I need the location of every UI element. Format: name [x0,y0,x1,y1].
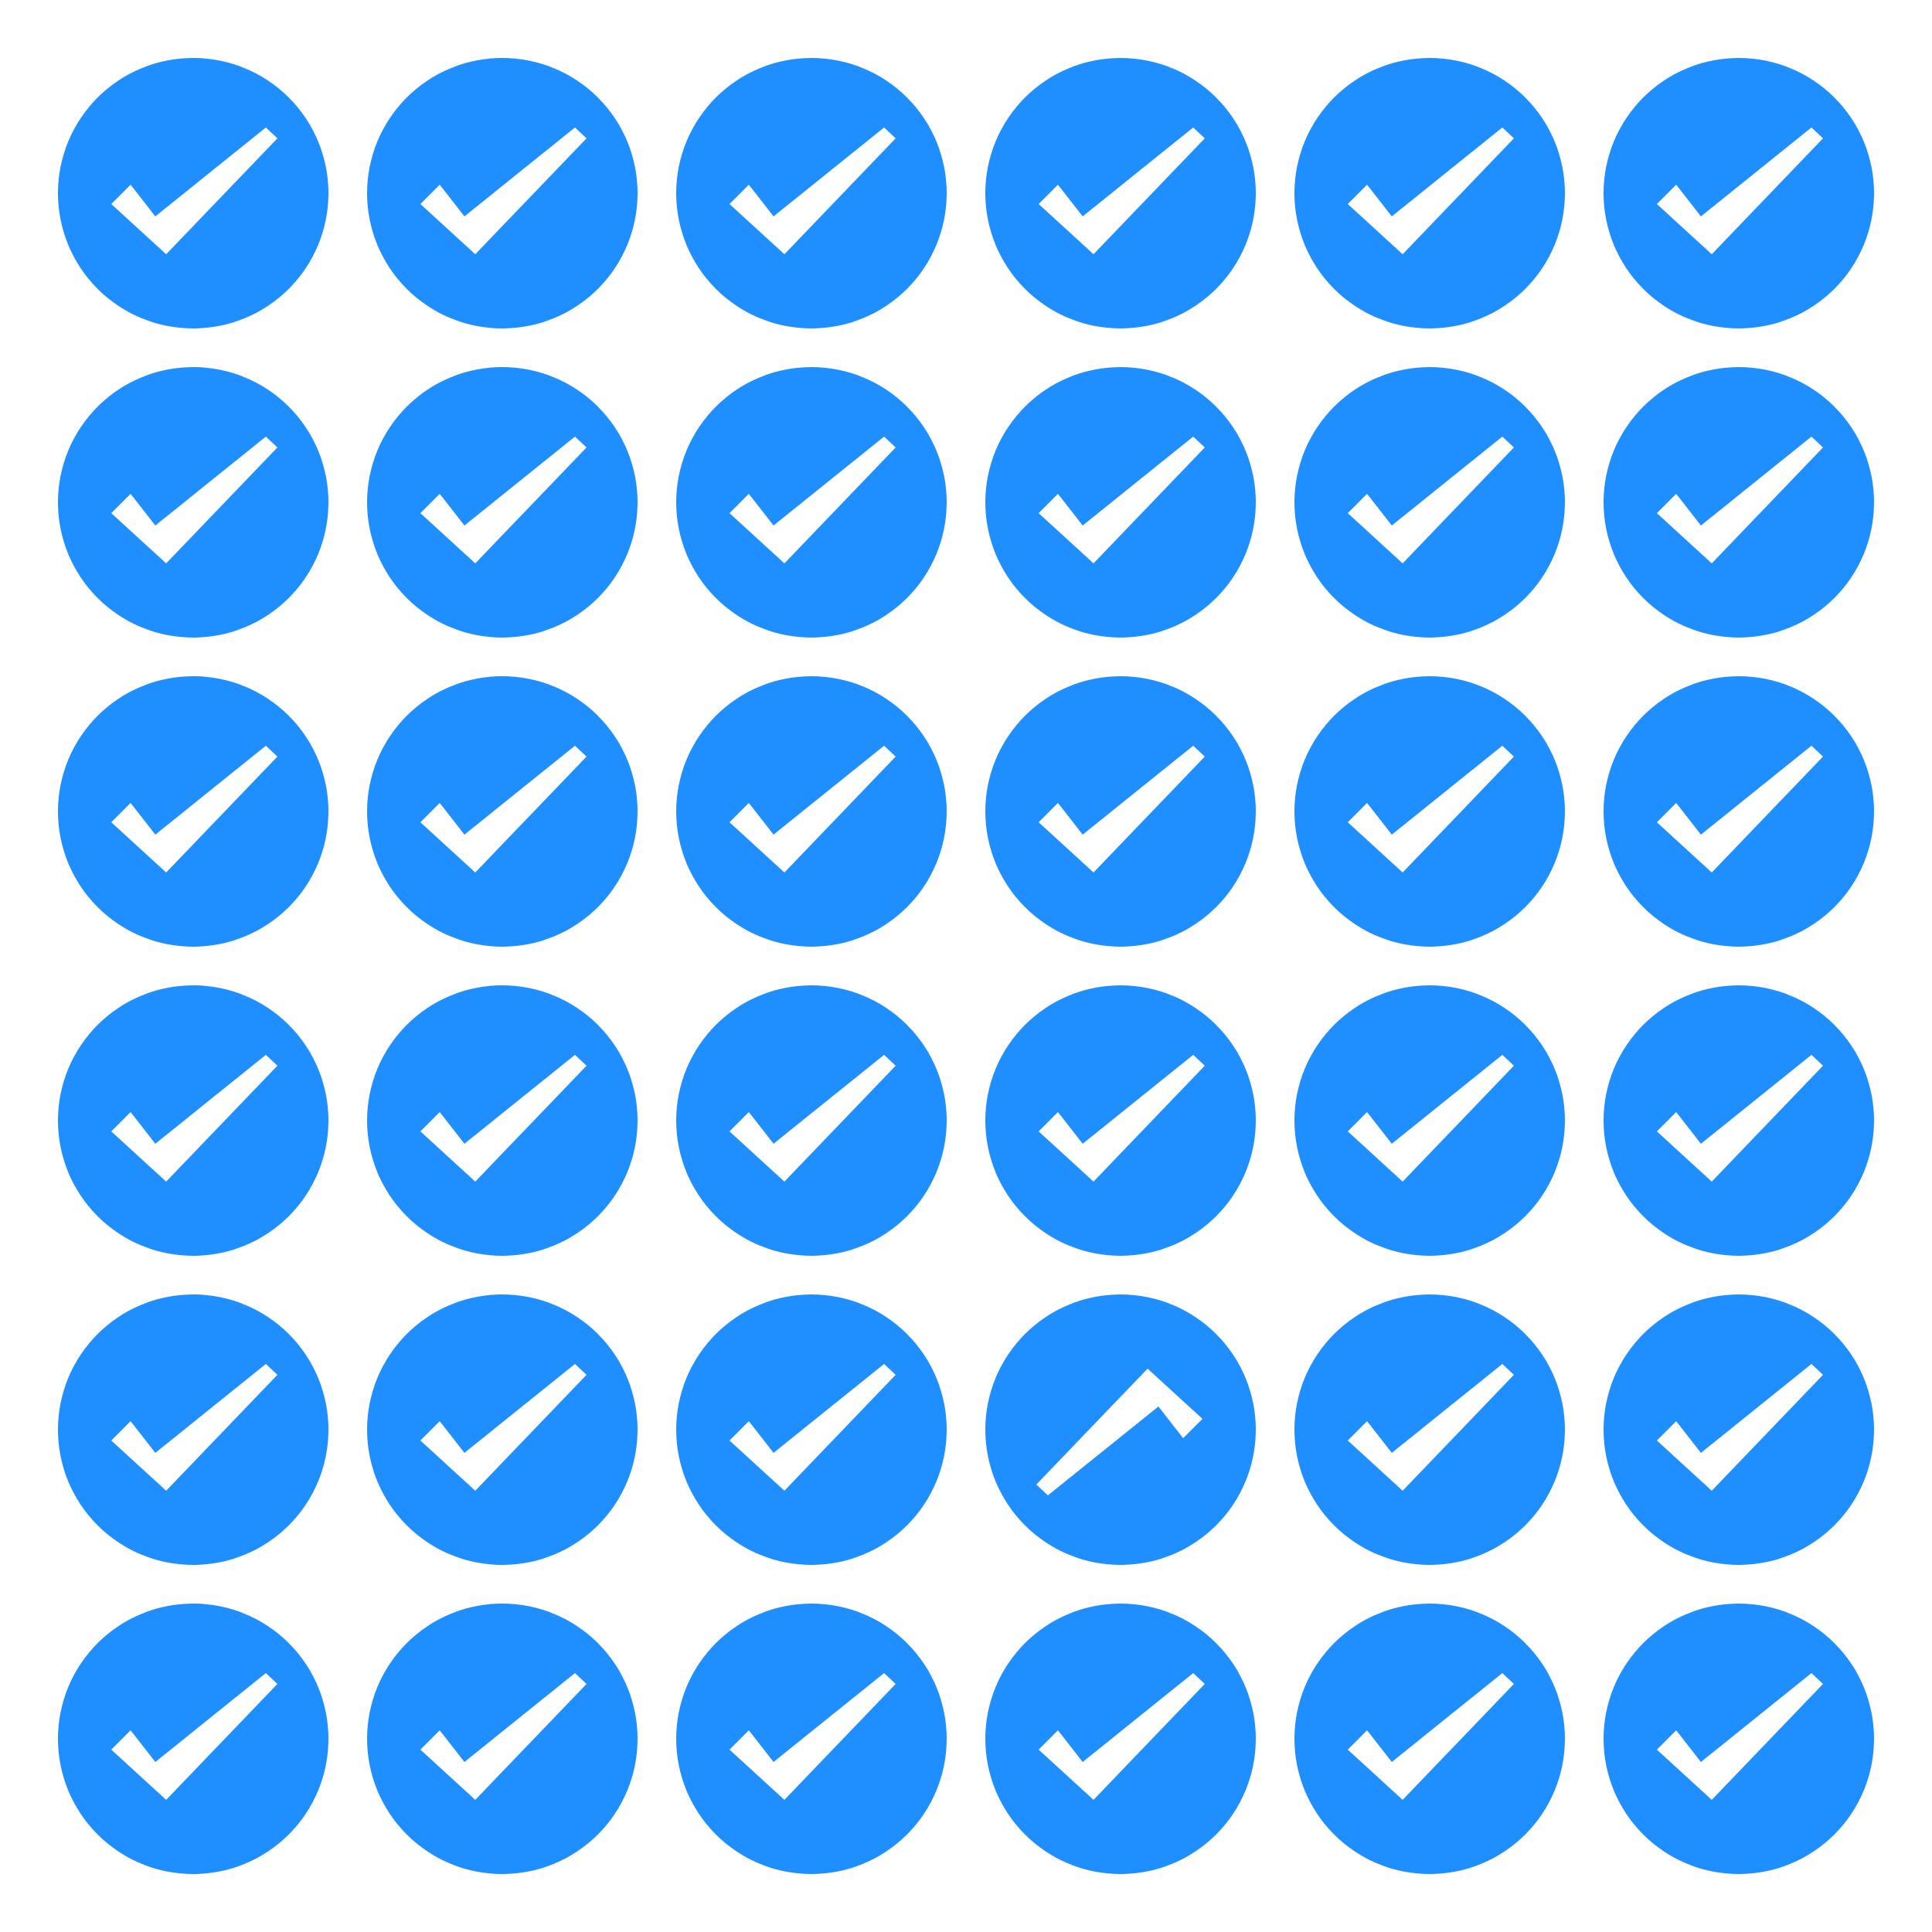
badge-graphic [1604,58,1874,328]
checkmark-badge[interactable] [676,985,947,1256]
badge-graphic [367,1294,638,1565]
badge-graphic [1294,58,1565,328]
badge-graphic [985,1294,1256,1565]
badge-graphic [985,58,1256,328]
checkmark-badge[interactable] [985,985,1256,1256]
badge-graphic [1294,1604,1565,1874]
badge-graphic [676,985,947,1256]
badge-graphic [676,1604,947,1874]
checkmark-badge[interactable] [58,1294,328,1565]
badge-graphic [1604,676,1874,947]
badge-graphic [58,676,328,947]
badge-graphic [58,58,328,328]
checkmark-badge[interactable] [985,1294,1256,1565]
checkmark-badge[interactable] [58,367,328,638]
checkmark-badge[interactable] [1294,367,1565,638]
checkmark-badge[interactable] [676,676,947,947]
checkmark-badge[interactable] [58,676,328,947]
checkmark-badge[interactable] [58,1604,328,1874]
checkmark-badge[interactable] [985,1604,1256,1874]
badge-graphic [367,985,638,1256]
checkmark-badge[interactable] [676,58,947,328]
checkmark-badge[interactable] [1294,1294,1565,1565]
badge-graphic [1604,367,1874,638]
checkmark-badge[interactable] [1294,58,1565,328]
checkmark-badge[interactable] [1294,676,1565,947]
checkmark-badge[interactable] [1604,367,1874,638]
badge-graphic [676,58,947,328]
badge-graphic [676,676,947,947]
badge-graphic [1604,1294,1874,1565]
badge-graphic [1604,1604,1874,1874]
checkmark-badge[interactable] [1294,1604,1565,1874]
badge-graphic [1604,985,1874,1256]
badge-graphic [58,1604,328,1874]
badge-graphic [58,1294,328,1565]
badge-graphic [1294,367,1565,638]
checkmark-badge[interactable] [1604,1604,1874,1874]
badge-graphic [367,367,638,638]
checkmark-badge[interactable] [367,985,638,1256]
badge-graphic [58,367,328,638]
checkmark-badge[interactable] [367,1294,638,1565]
badge-graphic [985,985,1256,1256]
badge-graphic [985,1604,1256,1874]
checkmark-badge[interactable] [676,367,947,638]
checkmark-badge[interactable] [985,676,1256,947]
badge-graphic [985,676,1256,947]
checkmark-badge-grid [0,0,1932,1932]
badge-graphic [1294,1294,1565,1565]
checkmark-badge[interactable] [1604,985,1874,1256]
badge-graphic [58,985,328,1256]
checkmark-badge[interactable] [58,985,328,1256]
badge-graphic [676,1294,947,1565]
badge-graphic [367,676,638,947]
checkmark-badge[interactable] [367,676,638,947]
checkmark-badge[interactable] [1604,58,1874,328]
badge-graphic [1294,985,1565,1256]
checkmark-badge[interactable] [676,1604,947,1874]
checkmark-badge[interactable] [1294,985,1565,1256]
checkmark-badge[interactable] [367,58,638,328]
badge-graphic [367,1604,638,1874]
badge-graphic [367,58,638,328]
checkmark-badge[interactable] [985,367,1256,638]
checkmark-badge[interactable] [1604,1294,1874,1565]
checkmark-badge[interactable] [1604,676,1874,947]
checkmark-badge[interactable] [367,1604,638,1874]
badge-graphic [985,367,1256,638]
checkmark-badge[interactable] [58,58,328,328]
badge-graphic [1294,676,1565,947]
checkmark-badge[interactable] [985,58,1256,328]
checkmark-badge[interactable] [676,1294,947,1565]
badge-graphic [676,367,947,638]
checkmark-badge[interactable] [367,367,638,638]
